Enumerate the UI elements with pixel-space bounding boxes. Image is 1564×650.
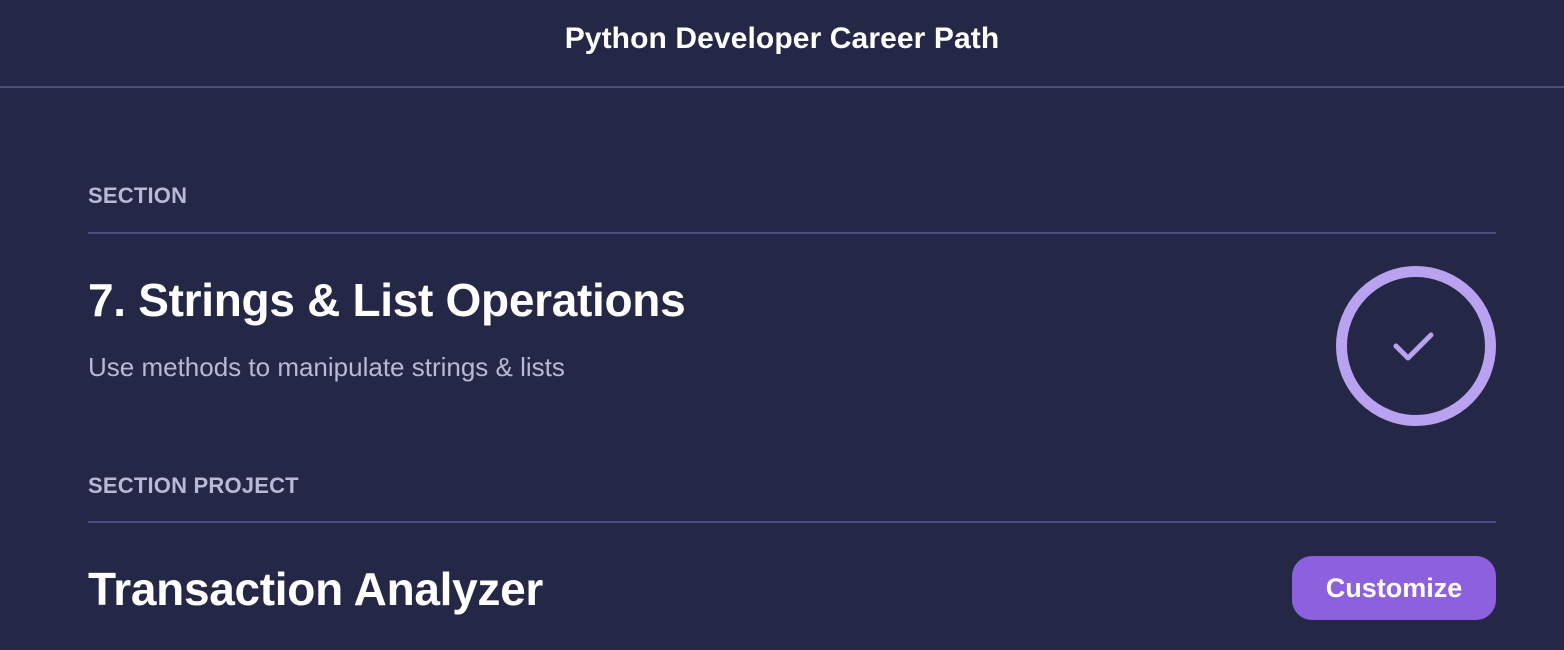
section-title: 7. Strings & List Operations [88,274,686,326]
section-label: SECTION [88,183,188,208]
career-path-title: Python Developer Career Path [564,22,1000,55]
section-divider [88,232,1496,234]
customize-button[interactable]: Customize [1292,556,1496,620]
section-project-divider [88,521,1496,523]
section-project-label: SECTION PROJECT [88,473,299,498]
project-title: Transaction Analyzer [88,563,544,615]
top-header: Python Developer Career Path [0,0,1564,88]
checkmark-icon [1393,332,1434,361]
section-content: SECTION 7. Strings & List Operations Use… [88,88,1496,650]
career-path-page: Python Developer Career Path SECTION 7. … [0,0,1564,650]
section-completion-status[interactable] [1336,266,1496,426]
section-description: Use methods to manipulate strings & list… [88,352,565,382]
